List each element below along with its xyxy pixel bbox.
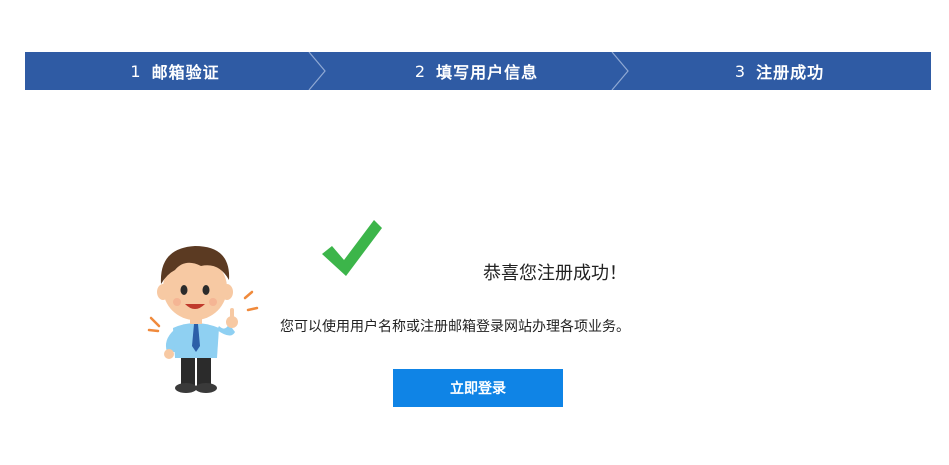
step-email-verification: 1 邮箱验证 [25, 52, 325, 90]
step-chevron-separator [610, 52, 630, 90]
step-fill-user-info: 2 填写用户信息 [325, 52, 628, 90]
registration-success-page: 1 邮箱验证 2 填写用户信息 3 注册成功 恭喜您注册成功！ 您可以使用用户名… [0, 0, 949, 465]
step-label: 填写用户信息 [436, 63, 539, 82]
success-description: 您可以使用用户名称或注册邮箱登录网站办理各项业务。 [280, 319, 630, 335]
step-registration-success: 3 注册成功 [628, 52, 931, 90]
step-progress-bar: 1 邮箱验证 2 填写用户信息 3 注册成功 [25, 52, 931, 90]
checkmark-icon [320, 218, 384, 278]
step-label: 注册成功 [756, 63, 825, 82]
step-number: 1 [130, 61, 142, 81]
step-number: 2 [414, 61, 427, 81]
thumbs-up-person-illustration [145, 236, 265, 396]
success-headline: 恭喜您注册成功！ [483, 263, 627, 284]
step-chevron-separator [307, 52, 327, 90]
step-number: 3 [734, 61, 747, 81]
step-label: 邮箱验证 [151, 63, 220, 82]
login-now-button[interactable]: 立即登录 [393, 369, 563, 407]
